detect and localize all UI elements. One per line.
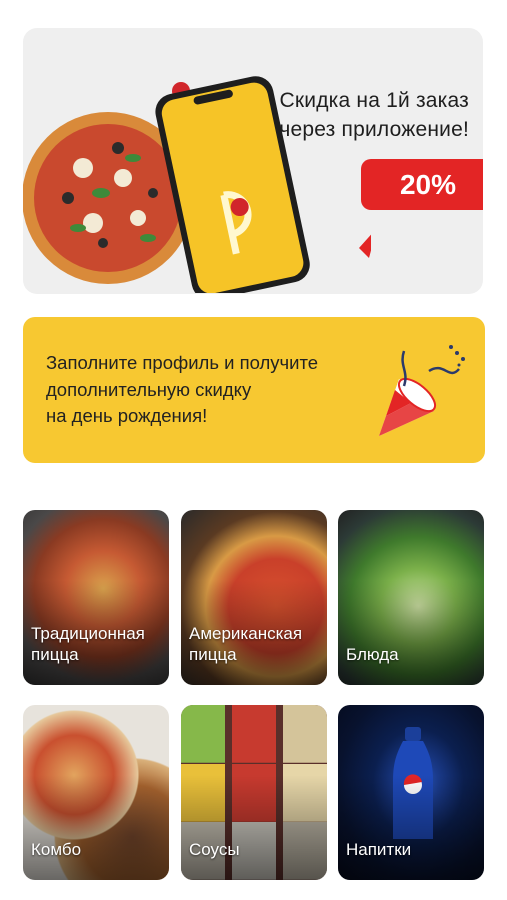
category-label: Традиционная пицца (31, 624, 145, 664)
category-combo[interactable]: Комбо (23, 705, 169, 880)
category-label: Соусы (189, 840, 240, 859)
category-label: Американская пицца (189, 624, 303, 664)
birthday-profile-card[interactable]: Заполните профиль и получите дополнитель… (23, 317, 485, 463)
info-text: Заполните профиль и получите дополнитель… (46, 350, 318, 430)
category-sauces[interactable]: Соусы (181, 705, 327, 880)
discount-badge: 20% (361, 159, 483, 210)
category-label: Напитки (346, 840, 412, 859)
party-popper-icon (379, 345, 465, 436)
promo-line-1: Скидка на 1й заказ (279, 89, 469, 112)
category-dishes[interactable]: Блюда (338, 510, 484, 685)
category-american-pizza[interactable]: Американская пицца (181, 510, 327, 685)
info-line-1: Заполните профиль и получите (46, 352, 319, 373)
info-line-2: дополнительную скидку (46, 378, 252, 400)
category-drinks[interactable]: Напитки (338, 705, 484, 880)
promo-text: Скидка на 1й заказ через приложение! (279, 86, 469, 144)
promo-banner[interactable]: Скидка на 1й заказ через приложение! 20% (23, 28, 483, 294)
category-traditional-pizza[interactable]: Традиционная пицца (23, 510, 169, 685)
category-label: Блюда (346, 645, 399, 664)
info-line-3: на день рождения! (46, 405, 208, 426)
category-label: Комбо (31, 840, 82, 859)
promo-line-2: через приложение! (279, 118, 469, 141)
